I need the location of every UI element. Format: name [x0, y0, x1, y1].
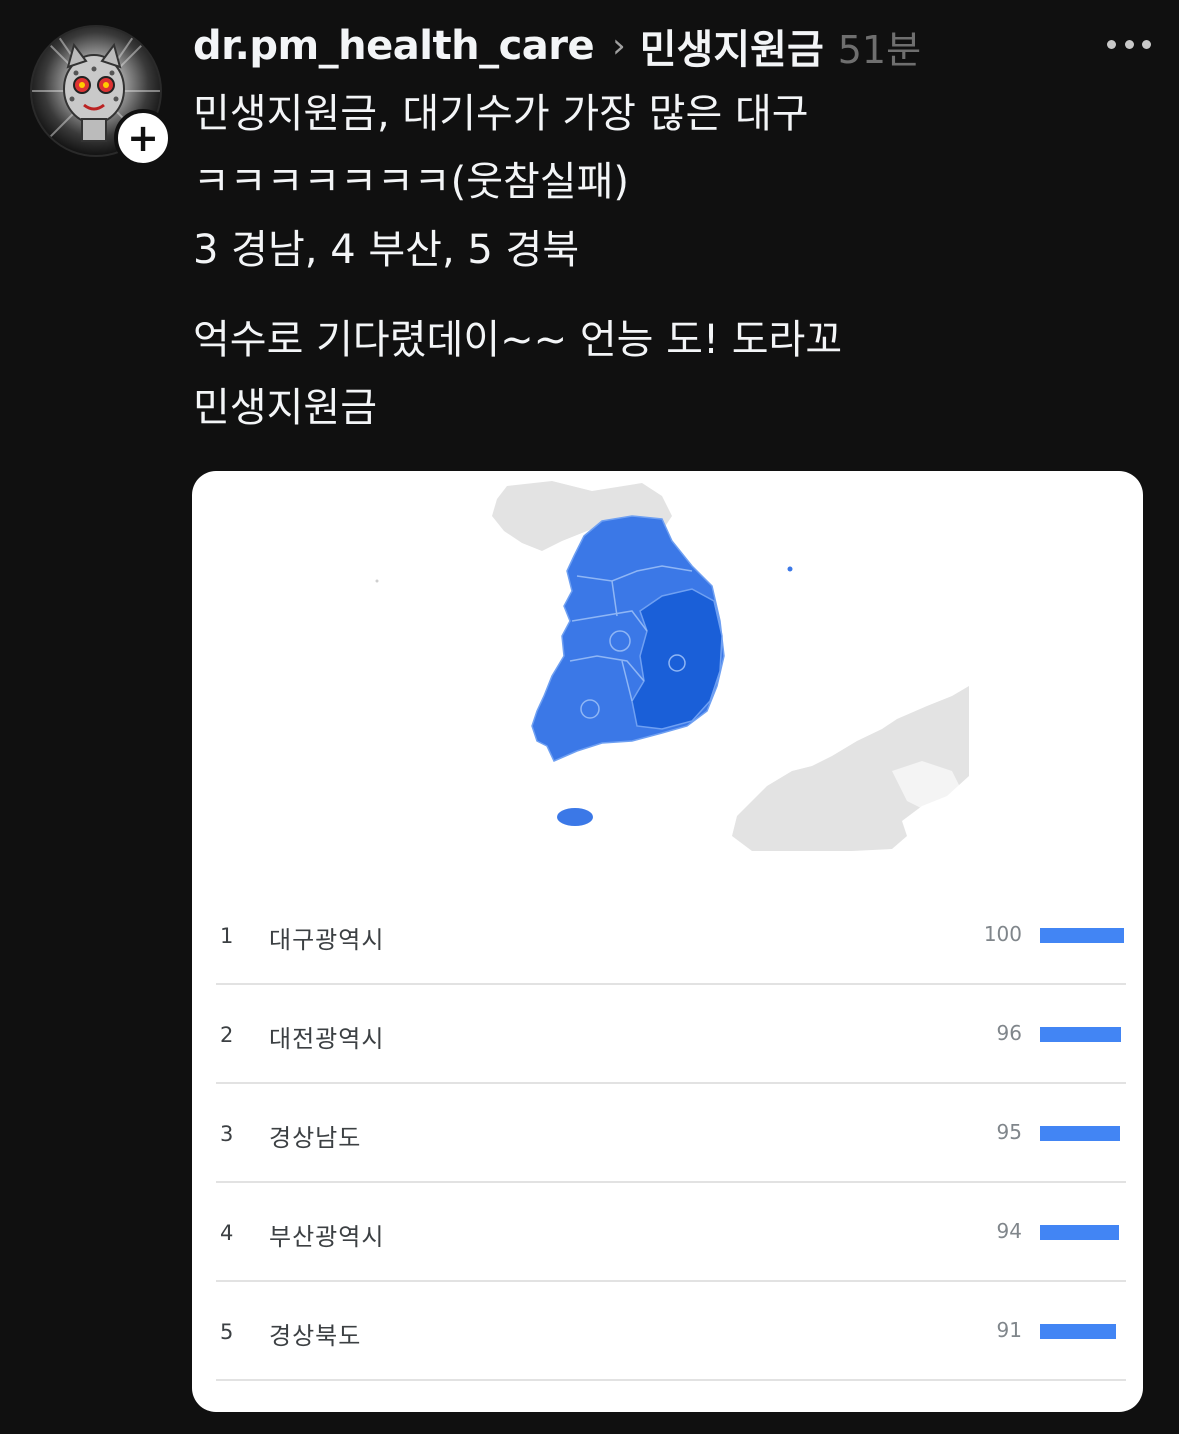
more-dots-icon [1124, 39, 1134, 49]
korea-region-map [375, 481, 969, 851]
region-name: 대구광역시 [269, 926, 385, 954]
post-line: 3 경남, 4 부산, 5 경북 [193, 227, 580, 273]
post-image-card[interactable]: 1 대구광역시 100 2 대전광역시 96 3 경상남도 95 4 부산광역시… [192, 471, 1143, 1412]
map-west-dot [375, 579, 379, 583]
more-dots-icon [1107, 39, 1116, 49]
username-link[interactable]: dr.pm_health_care [193, 23, 595, 69]
post-text: 민생지원금, 대기수가 가장 많은 대구 ㅋㅋㅋㅋㅋㅋㅋ(웃참실패) 3 경남,… [193, 80, 1093, 442]
region-name: 대전광역시 [269, 1025, 385, 1053]
rank-bar-track [1040, 1027, 1124, 1042]
rank-bar [1040, 928, 1124, 943]
plus-icon: + [127, 116, 159, 160]
rank-value: 96 [996, 1021, 1022, 1045]
rank-bar-track [1040, 1225, 1124, 1240]
rank-bar [1040, 1126, 1120, 1141]
ranking-row[interactable]: 1 대구광역시 100 [216, 886, 1126, 985]
more-options-button[interactable] [1107, 30, 1151, 58]
post-header: dr.pm_health_care › 민생지원금 51분 [193, 18, 1139, 74]
rank-number: 3 [220, 1122, 234, 1146]
rank-bar-track [1040, 928, 1124, 943]
ranking-row[interactable]: 4 부산광역시 94 [216, 1183, 1126, 1282]
rank-bar-track [1040, 1126, 1124, 1141]
ranking-row[interactable]: 2 대전광역시 96 [216, 985, 1126, 1084]
rank-number: 1 [220, 924, 234, 948]
post-line: ㅋㅋㅋㅋㅋㅋㅋ(웃참실패) [193, 159, 630, 205]
topic-link[interactable]: 민생지원금 [640, 17, 824, 75]
post-line: 민생지원금, 대기수가 가장 많은 대구 [193, 91, 809, 137]
rank-value: 94 [996, 1219, 1022, 1243]
ranking-list: 1 대구광역시 100 2 대전광역시 96 3 경상남도 95 4 부산광역시… [216, 886, 1126, 1381]
rank-bar [1040, 1225, 1119, 1240]
region-name: 경상남도 [269, 1124, 362, 1152]
ranking-row[interactable]: 3 경상남도 95 [216, 1084, 1126, 1183]
follow-button[interactable]: + [114, 109, 172, 167]
rank-value: 100 [983, 922, 1022, 946]
region-name: 경상북도 [269, 1322, 362, 1350]
post-time: 51분 [837, 27, 922, 72]
map-jeju [557, 808, 593, 826]
rank-bar [1040, 1027, 1121, 1042]
post-line: 억수로 기다렸데이~~ 언능 도! 도라꼬 [193, 317, 843, 363]
rank-value: 95 [996, 1120, 1022, 1144]
region-name: 부산광역시 [269, 1223, 385, 1251]
avatar-wrap[interactable]: + [30, 25, 172, 167]
post-line: 민생지원금 [193, 385, 377, 431]
ranking-row[interactable]: 5 경상북도 91 [216, 1282, 1126, 1381]
map-ulleung [787, 566, 793, 572]
rank-bar [1040, 1324, 1117, 1339]
rank-number: 2 [220, 1023, 234, 1047]
rank-number: 5 [220, 1320, 234, 1344]
rank-number: 4 [220, 1221, 234, 1245]
rank-bar-track [1040, 1324, 1124, 1339]
rank-value: 91 [996, 1318, 1022, 1342]
chevron-right-icon: › [612, 26, 626, 66]
more-dots-icon [1142, 39, 1151, 49]
